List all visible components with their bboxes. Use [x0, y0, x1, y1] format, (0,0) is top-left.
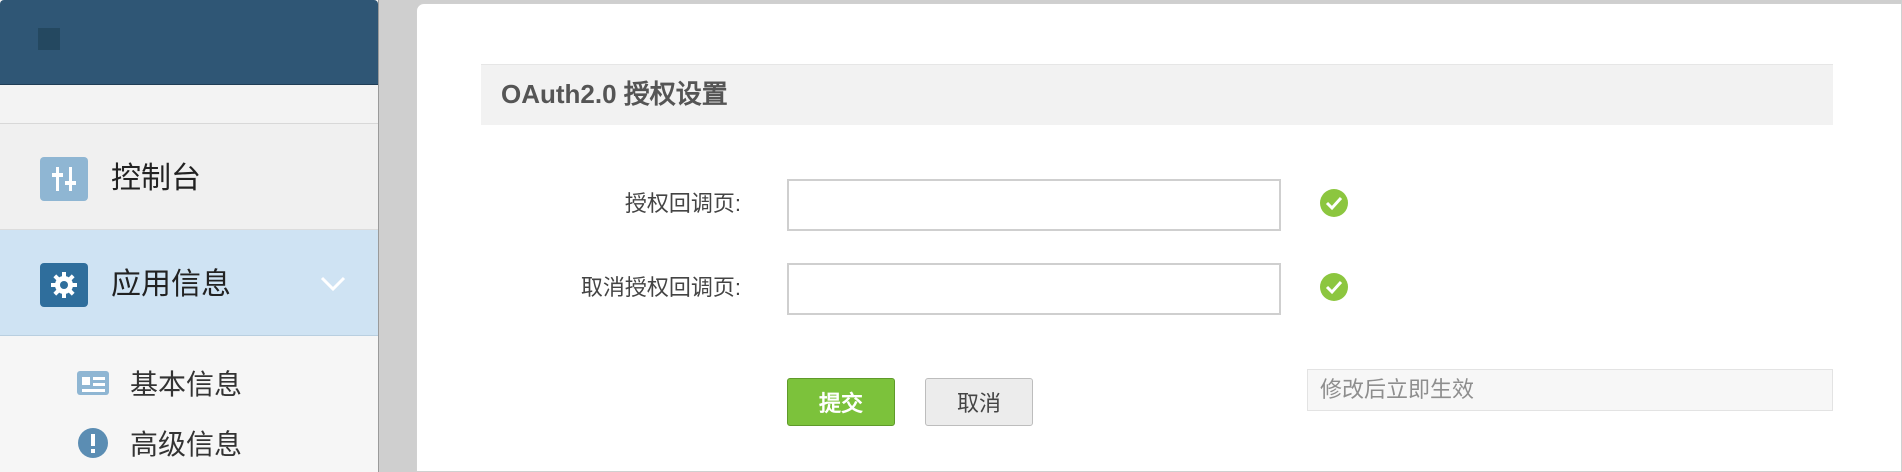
- sidebar-subitem-basic[interactable]: 基本信息: [76, 363, 242, 403]
- sidebar-strip: [0, 85, 378, 124]
- check-circle-icon: [1319, 188, 1349, 218]
- logo-icon: [38, 28, 60, 50]
- callback-url-input[interactable]: [787, 179, 1281, 231]
- cancel-callback-url-input[interactable]: [787, 263, 1281, 315]
- callback-url-label: 授权回调页:: [624, 191, 741, 216]
- submit-button[interactable]: 提交: [787, 378, 895, 426]
- cancel-button[interactable]: 取消: [925, 378, 1033, 426]
- sidebar-item-label: 应用信息: [111, 268, 231, 301]
- section-header: OAuth2.0 授权设置: [481, 64, 1833, 125]
- chevron-down-icon[interactable]: [318, 268, 348, 298]
- hint-text: 修改后立即生效: [1307, 369, 1833, 411]
- check-circle-icon: [1319, 272, 1349, 302]
- sidebar-subitem-label: 高级信息: [130, 429, 243, 460]
- cancel-callback-url-label: 取消授权回调页:: [580, 275, 741, 300]
- section-title: OAuth2.0 授权设置: [501, 79, 728, 109]
- sidebar-subitem-advanced[interactable]: 高级信息: [76, 423, 242, 463]
- sidebar-item-appinfo[interactable]: 应用信息: [0, 230, 378, 336]
- sidebar-subitem-label: 基本信息: [130, 369, 243, 400]
- sidebar: 控制台 应用信息 基本信息 高级信息: [0, 0, 379, 472]
- sliders-icon: [40, 157, 88, 201]
- main-panel: OAuth2.0 授权设置 授权回调页: 取消授权回调页: 提交 取消 修改后立…: [416, 3, 1902, 472]
- sidebar-header: [0, 0, 378, 85]
- sidebar-item-label: 控制台: [111, 162, 201, 195]
- id-card-icon: [76, 366, 110, 400]
- sidebar-item-console[interactable]: 控制台: [0, 124, 378, 230]
- exclamation-icon: [76, 426, 110, 460]
- gear-icon: [40, 263, 88, 307]
